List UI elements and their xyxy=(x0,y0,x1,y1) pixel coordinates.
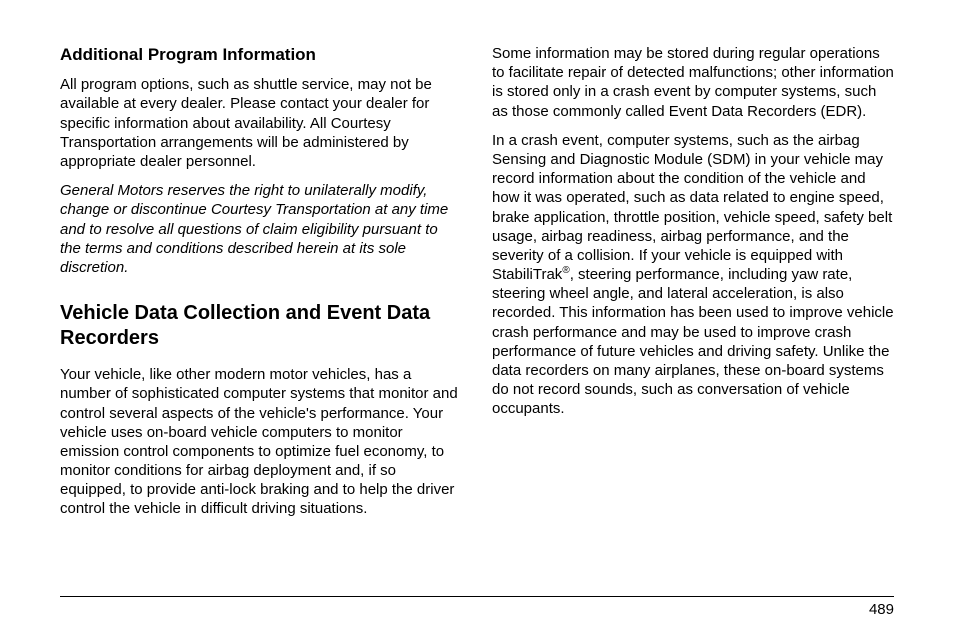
content-columns: Additional Program Information All progr… xyxy=(60,44,894,592)
para-program-options: All program options, such as shuttle ser… xyxy=(60,75,462,171)
para-vehicle-systems: Your vehicle, like other modern motor ve… xyxy=(60,365,462,519)
para-gm-reserves: General Motors reserves the right to uni… xyxy=(60,181,462,277)
left-column: Additional Program Information All progr… xyxy=(60,44,462,592)
page-number: 489 xyxy=(869,601,894,618)
heading-vehicle-data-collection: Vehicle Data Collection and Event Data R… xyxy=(60,301,462,351)
page-footer: 489 xyxy=(60,596,894,618)
para-information-stored: Some information may be stored during re… xyxy=(492,44,894,121)
para-crash-event-b: , steering performance, including yaw ra… xyxy=(492,266,894,417)
registered-trademark-icon: ® xyxy=(562,265,569,276)
right-column: Some information may be stored during re… xyxy=(492,44,894,592)
para-crash-event-a: In a crash event, computer systems, such… xyxy=(492,132,892,283)
subheading-additional-program: Additional Program Information xyxy=(60,44,462,65)
para-crash-event: In a crash event, computer systems, such… xyxy=(492,131,894,419)
